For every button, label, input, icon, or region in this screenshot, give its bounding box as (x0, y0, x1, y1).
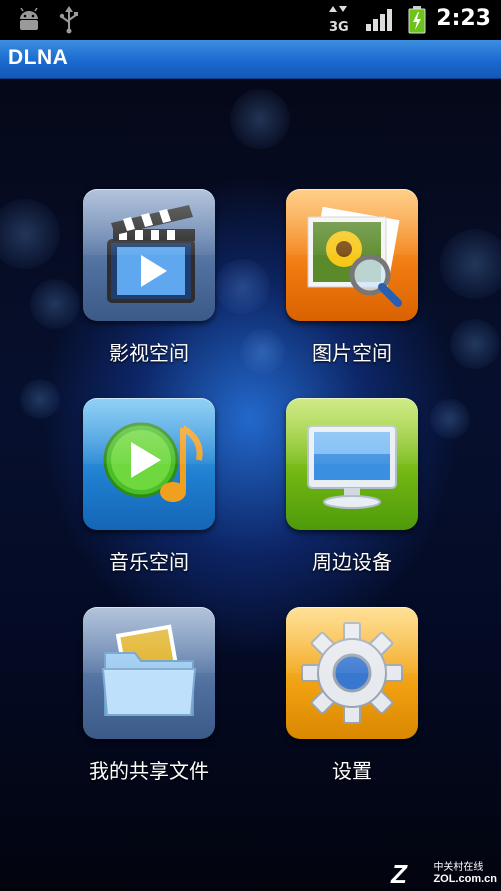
photo-space-label: 图片空间 (312, 341, 392, 365)
network-3g-icon: 3G (326, 6, 352, 38)
monitor-icon (307, 425, 397, 509)
bokeh-light (440, 229, 501, 299)
watermark-site: ZOL.com.cn (433, 873, 497, 885)
bokeh-light (30, 279, 80, 329)
main-content: 影视空间 图片空间 音乐空间 周边设备 我的共享文件 设置 (0, 79, 501, 891)
battery-charging-icon (408, 6, 426, 38)
bokeh-light (215, 259, 270, 314)
watermark-brand: 中关村在线 (433, 862, 484, 873)
shared-files-label: 我的共享文件 (89, 759, 209, 783)
status-time: 2:23 (436, 6, 491, 31)
zol-logo: Z (391, 859, 407, 889)
shared-files-tile[interactable] (83, 607, 215, 739)
shared-folder-icon (101, 624, 197, 716)
watermark: 中关村在线 ZOL.com.cn (433, 858, 497, 885)
android-debug-icon (16, 7, 42, 36)
network-type-label: 3G (329, 20, 349, 34)
music-play-icon (103, 422, 203, 502)
bokeh-light (0, 199, 60, 269)
bokeh-light (430, 399, 470, 439)
app-bar: DLNA (0, 40, 501, 79)
bokeh-light (20, 379, 60, 419)
devices-tile[interactable] (286, 398, 418, 530)
bokeh-light (450, 319, 500, 369)
music-space-label: 音乐空间 (109, 550, 189, 574)
photo-magnifier-icon (307, 206, 402, 307)
video-space-label: 影视空间 (109, 341, 189, 365)
music-space-tile[interactable] (83, 398, 215, 530)
app-title: DLNA (8, 46, 69, 69)
video-space-tile[interactable] (83, 189, 215, 321)
settings-label: 设置 (332, 759, 372, 783)
settings-tile[interactable] (286, 607, 418, 739)
photo-space-tile[interactable] (286, 189, 418, 321)
bokeh-light (230, 89, 290, 149)
gear-icon (301, 622, 403, 724)
status-bar: 3G 2:23 (0, 0, 501, 40)
signal-icon (365, 8, 393, 36)
video-clapper-icon (107, 205, 195, 303)
usb-icon (58, 6, 80, 38)
devices-label: 周边设备 (312, 550, 392, 574)
